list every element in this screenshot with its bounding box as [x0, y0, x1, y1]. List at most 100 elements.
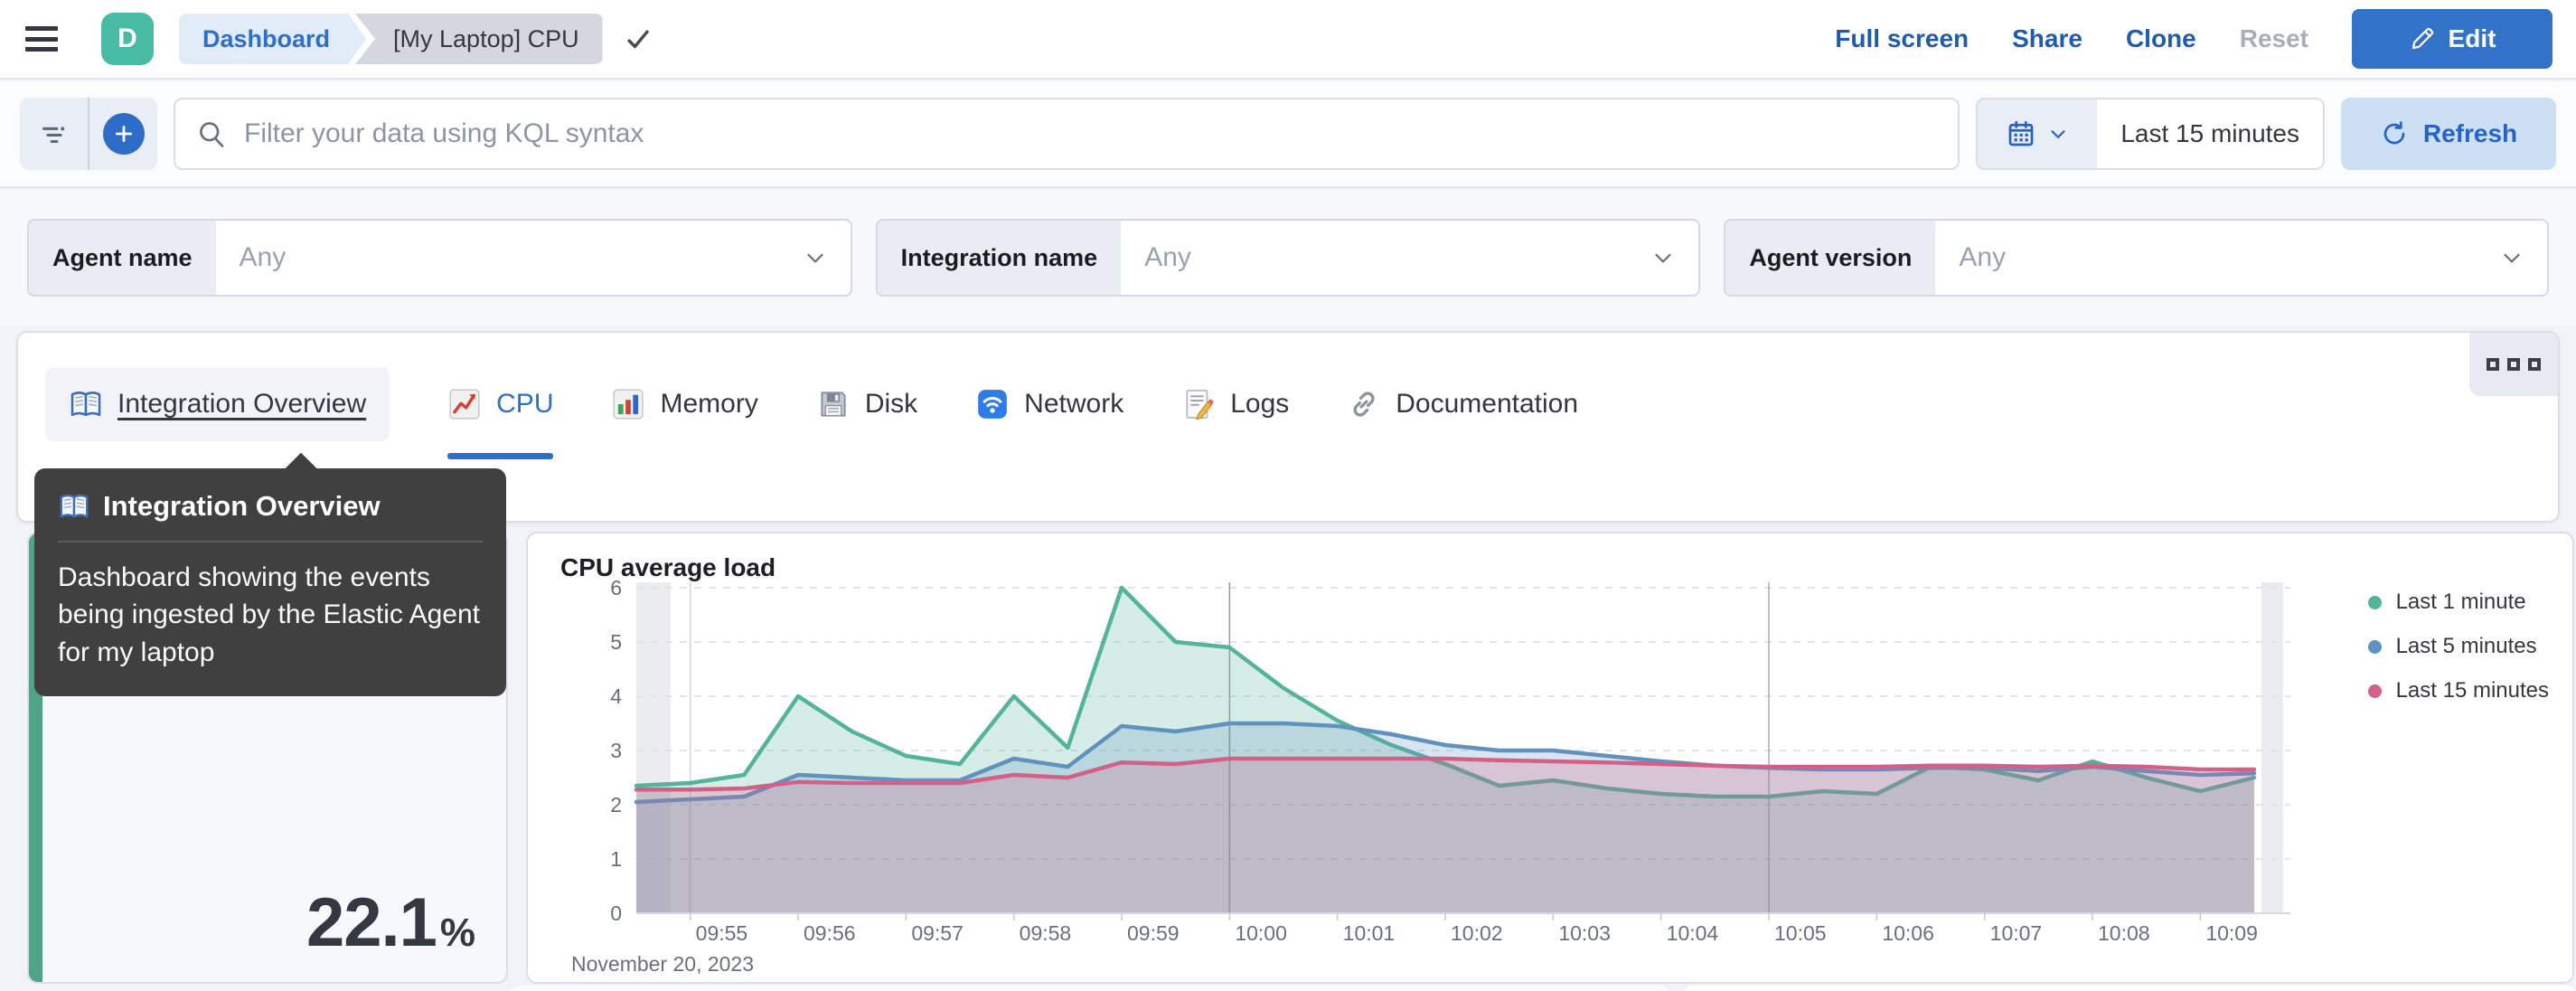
- query-bar: Last 15 minutes Refresh: [0, 81, 2576, 188]
- edit-button-label: Edit: [2448, 24, 2496, 52]
- legend-item-last-15-minutes[interactable]: Last 15 minutes: [2367, 678, 2549, 703]
- next-row-panel-edge: [1683, 986, 2576, 991]
- svg-text:10:07: 10:07: [1990, 921, 2043, 945]
- tab-label: Documentation: [1396, 389, 1579, 419]
- space-avatar[interactable]: D: [101, 13, 154, 65]
- kql-search-box: [174, 98, 1960, 170]
- svg-text:09:56: 09:56: [804, 921, 856, 945]
- share-button[interactable]: Share: [2012, 24, 2082, 53]
- tab-logs[interactable]: Logs: [1181, 373, 1289, 436]
- tab-cpu[interactable]: CPU: [447, 373, 554, 459]
- svg-text:10:03: 10:03: [1558, 921, 1611, 945]
- agent-name-dropdown: Agent name Any: [27, 219, 852, 297]
- time-range-value[interactable]: Last 15 minutes: [2097, 99, 2323, 168]
- book-icon: [58, 490, 90, 523]
- check-icon: [623, 24, 653, 54]
- chart-increasing-icon: [447, 387, 482, 421]
- cpu-average-load-chart[interactable]: 0 1 2 3 4 5 6 09:55 09:56 09:57 09:58 09:59 10:00 10:…: [546, 577, 2299, 982]
- floppy-disk-icon: [816, 387, 851, 421]
- tab-label: Logs: [1230, 389, 1290, 419]
- svg-text:09:57: 09:57: [911, 921, 964, 945]
- breadcrumb-dashboard[interactable]: Dashboard: [179, 14, 366, 64]
- legend-dot: [2367, 639, 2382, 654]
- chevron-down-icon[interactable]: [1650, 221, 1698, 295]
- svg-text:1: 1: [610, 847, 622, 871]
- tab-network[interactable]: Network: [975, 373, 1123, 436]
- calendar-menu-button[interactable]: [1978, 99, 2098, 168]
- book-icon: [69, 387, 103, 421]
- filter-funnel-icon[interactable]: [20, 98, 88, 170]
- panel-options-button[interactable]: [2469, 333, 2558, 396]
- refresh-button-label: Refresh: [2422, 119, 2518, 147]
- integration-name-dropdown: Integration name Any: [875, 219, 1701, 297]
- bar-chart-icon: [611, 387, 645, 421]
- filter-controls-group: [20, 98, 157, 170]
- svg-text:10:04: 10:04: [1667, 921, 1719, 945]
- dashboard-main: Integration Overview CPU Memory Disk Net…: [0, 326, 2576, 991]
- chevron-down-icon[interactable]: [802, 221, 851, 295]
- legend-label: Last 1 minute: [2395, 590, 2526, 614]
- link-icon: [1347, 387, 1381, 421]
- reset-button[interactable]: Reset: [2240, 24, 2308, 53]
- tab-label: Disk: [864, 389, 918, 419]
- x-axis-date-label: November 20, 2023: [571, 952, 754, 976]
- metric-unit: %: [439, 911, 475, 955]
- svg-text:2: 2: [610, 793, 622, 816]
- next-row-panel-edge: [511, 986, 1669, 991]
- svg-text:6: 6: [610, 577, 622, 599]
- kql-search-input[interactable]: [244, 118, 1939, 149]
- legend-label: Last 5 minutes: [2395, 634, 2537, 658]
- agent-version-dropdown: Agent version Any: [1724, 219, 2550, 297]
- svg-text:10:01: 10:01: [1343, 921, 1396, 945]
- cpu-average-load-panel[interactable]: CPU average load 0 1 2 3 4 5 6 09:55 09:56 09:57 0…: [526, 532, 2574, 984]
- control-filters-row: Agent name Any Integration name Any Agen…: [0, 190, 2576, 326]
- dropdown-label: Agent version: [1725, 221, 1936, 295]
- refresh-icon: [2380, 119, 2409, 148]
- svg-text:10:00: 10:00: [1235, 921, 1287, 945]
- legend-dot: [2367, 684, 2382, 698]
- svg-text:4: 4: [610, 684, 622, 708]
- svg-text:5: 5: [610, 630, 622, 654]
- plus-icon: [102, 113, 145, 155]
- integration-name-select[interactable]: Any: [1121, 221, 1650, 295]
- breadcrumb-current-page[interactable]: [My Laptop] CPU: [355, 14, 603, 64]
- time-range-picker: Last 15 minutes: [1976, 98, 2325, 170]
- clone-button[interactable]: Clone: [2126, 24, 2196, 53]
- legend-item-last-1-minute[interactable]: Last 1 minute: [2367, 590, 2549, 615]
- add-filter-button[interactable]: [89, 98, 157, 170]
- tab-documentation[interactable]: Documentation: [1347, 373, 1578, 436]
- full-screen-button[interactable]: Full screen: [1835, 24, 1969, 53]
- dashboard-page: D Dashboard [My Laptop] CPU Full screen …: [0, 0, 2576, 991]
- tooltip-title: Integration Overview: [58, 490, 483, 523]
- svg-text:10:06: 10:06: [1882, 921, 1934, 945]
- svg-text:09:55: 09:55: [696, 921, 748, 945]
- dropdown-label: Agent name: [29, 221, 216, 295]
- tooltip-body: Dashboard showing the events being inges…: [58, 562, 480, 667]
- svg-text:0: 0: [610, 901, 622, 925]
- legend-item-last-5-minutes[interactable]: Last 5 minutes: [2367, 634, 2549, 659]
- svg-text:09:58: 09:58: [1020, 921, 1072, 945]
- dropdown-label: Integration name: [877, 221, 1122, 295]
- edit-button[interactable]: Edit: [2352, 9, 2552, 69]
- chart-legend: Last 1 minute Last 5 minutes Last 15 min…: [2367, 590, 2549, 703]
- tooltip-title-text: Integration Overview: [103, 490, 381, 522]
- menu-icon[interactable]: [25, 26, 58, 52]
- metric-value: 22.1 %: [306, 883, 475, 962]
- agent-name-select[interactable]: Any: [216, 221, 802, 295]
- tab-label: Integration Overview: [118, 389, 367, 419]
- integration-overview-tooltip: Integration Overview Dashboard showing t…: [34, 468, 506, 697]
- memo-icon: [1181, 387, 1216, 421]
- chevron-down-icon[interactable]: [2498, 221, 2547, 295]
- tab-integration-overview[interactable]: Integration Overview: [45, 367, 390, 441]
- svg-text:10:08: 10:08: [2098, 921, 2150, 945]
- tab-label: Memory: [660, 389, 758, 419]
- refresh-button[interactable]: Refresh: [2341, 98, 2556, 170]
- agent-version-select[interactable]: Any: [1935, 221, 2498, 295]
- calendar-icon: [2005, 118, 2037, 150]
- breadcrumb: Dashboard [My Laptop] CPU: [179, 14, 653, 64]
- chevron-down-icon: [2046, 122, 2070, 146]
- tab-memory[interactable]: Memory: [611, 373, 758, 436]
- pencil-icon: [2409, 25, 2436, 52]
- legend-dot: [2367, 595, 2382, 609]
- tab-disk[interactable]: Disk: [816, 373, 917, 436]
